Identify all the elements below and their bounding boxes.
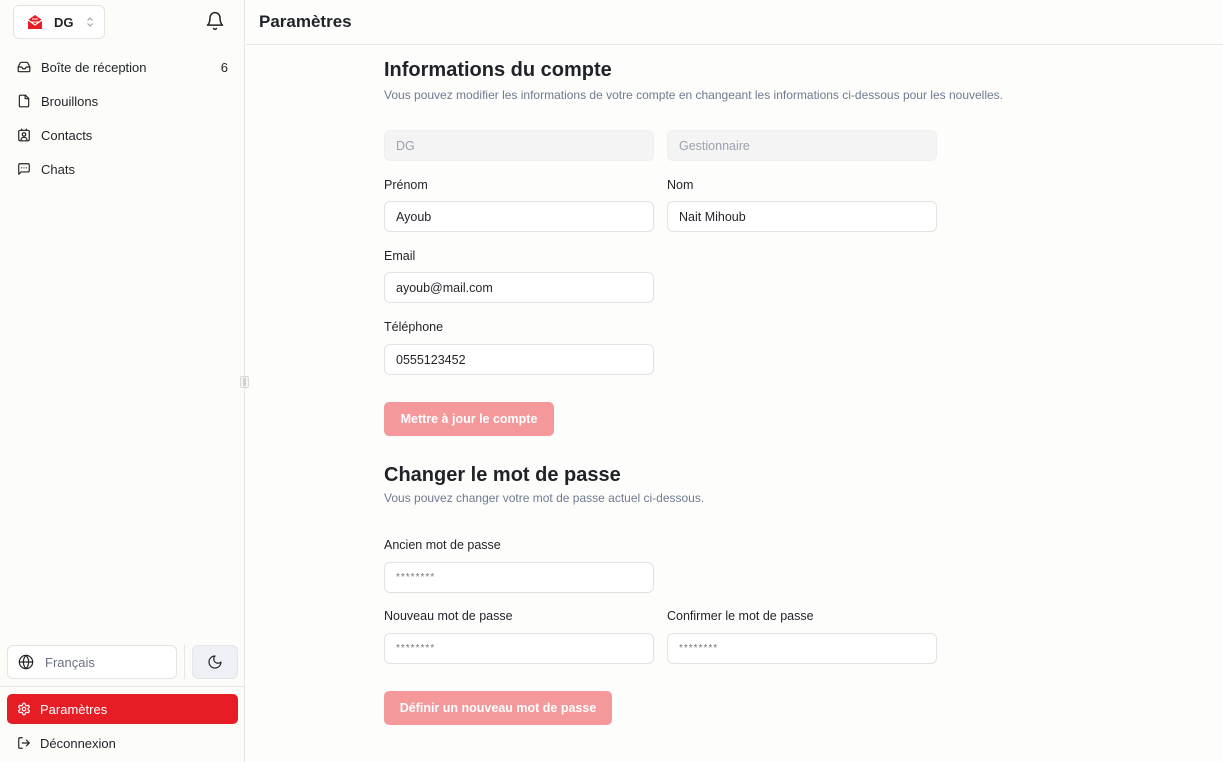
sidebar-item-label: Déconnexion: [40, 735, 116, 751]
chevron-up-down-icon: [86, 16, 94, 28]
sidebar-item-inbox[interactable]: Boîte de réception 6: [7, 50, 238, 84]
org-switcher[interactable]: DG: [13, 5, 105, 39]
sidebar-divider: [0, 686, 245, 687]
sidebar-nav: Boîte de réception 6 Brouillons Contacts…: [7, 50, 238, 186]
confirm-password-label: Confirmer le mot de passe: [667, 609, 814, 623]
first-name-label: Prénom: [384, 178, 428, 192]
sidebar: DG Boîte de réception 6 Brouillons Conta…: [0, 0, 245, 762]
password-section-title: Changer le mot de passe: [384, 464, 621, 486]
logout-icon: [17, 736, 31, 750]
role-name-field: [667, 130, 937, 161]
sidebar-item-chats[interactable]: Chats: [7, 152, 238, 186]
page-header: Paramètres: [246, 0, 1223, 45]
email-field[interactable]: [384, 272, 654, 303]
org-label: DG: [54, 14, 74, 30]
role-short-field: [384, 130, 654, 161]
sidebar-resize-handle[interactable]: [240, 376, 249, 388]
language-select[interactable]: Français: [7, 645, 177, 679]
new-password-label: Nouveau mot de passe: [384, 609, 513, 623]
first-name-field[interactable]: [384, 201, 654, 232]
account-section-title: Informations du compte: [384, 59, 612, 81]
phone-field[interactable]: [384, 344, 654, 375]
sidebar-item-label: Boîte de réception: [41, 59, 147, 75]
language-label: Français: [45, 654, 95, 670]
file-icon: [17, 94, 31, 108]
grip-icon: [242, 378, 247, 386]
sidebar-tools: Français: [7, 645, 238, 679]
contact-icon: [17, 128, 31, 142]
sidebar-item-contacts[interactable]: Contacts: [7, 118, 238, 152]
inbox-count-badge: 6: [220, 59, 228, 75]
update-account-button[interactable]: Mettre à jour le compte: [384, 402, 554, 436]
gear-icon: [17, 702, 31, 716]
last-name-label: Nom: [667, 178, 694, 192]
sidebar-item-label: Brouillons: [41, 93, 99, 109]
mail-logo-icon: [26, 13, 44, 31]
new-password-field[interactable]: [384, 633, 654, 664]
account-section-subtitle: Vous pouvez modifier les informations de…: [384, 88, 1004, 102]
moon-icon: [207, 654, 223, 670]
set-password-button[interactable]: Définir un nouveau mot de passe: [384, 691, 612, 725]
theme-toggle-button[interactable]: [192, 645, 238, 679]
last-name-field[interactable]: [667, 201, 937, 232]
confirm-password-field[interactable]: [667, 633, 937, 664]
sidebar-item-label: Contacts: [41, 127, 93, 143]
inbox-icon: [17, 60, 31, 74]
tools-divider: [184, 645, 185, 679]
email-label: Email: [384, 249, 416, 263]
sidebar-item-drafts[interactable]: Brouillons: [7, 84, 238, 118]
bell-icon[interactable]: [205, 11, 225, 31]
globe-icon: [18, 654, 34, 670]
password-section-subtitle: Vous pouvez changer votre mot de passe a…: [384, 491, 705, 505]
sidebar-item-settings[interactable]: Paramètres: [7, 694, 238, 724]
old-password-label: Ancien mot de passe: [384, 538, 501, 552]
old-password-field[interactable]: [384, 562, 654, 593]
sidebar-item-label: Paramètres: [40, 701, 108, 717]
chat-icon: [17, 162, 31, 176]
sidebar-item-label: Chats: [41, 161, 75, 177]
phone-label: Téléphone: [384, 320, 444, 334]
page-title: Paramètres: [259, 12, 352, 31]
sidebar-item-logout[interactable]: Déconnexion: [7, 728, 238, 758]
